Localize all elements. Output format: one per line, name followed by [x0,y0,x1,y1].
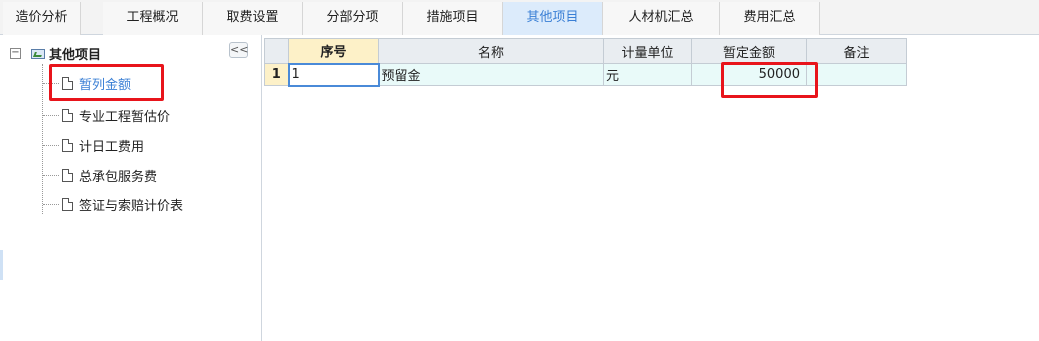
tab-cost-analysis[interactable]: 造价分析 [3,2,81,35]
panel-edge-marker [0,250,3,280]
tab-labor-material-summary[interactable]: 人材机汇总 [603,2,720,35]
tree-item-daywork[interactable]: 计日工费用 [43,134,144,156]
highlight-box-amount-cell [721,62,818,98]
collapse-node-icon[interactable]: − [10,47,21,59]
column-header-unit[interactable]: 计量单位 [603,38,692,64]
document-icon [62,168,73,182]
note-cell[interactable] [806,63,907,86]
name-cell[interactable]: 预留金 [378,63,604,86]
seq-cell[interactable]: 1 [287,62,380,87]
column-header-note[interactable]: 备注 [806,38,907,64]
grid-header-row: 序号 名称 计量单位 暂定金额 备注 [264,38,907,64]
tree-item-label: 签证与索赔计价表 [79,198,184,214]
tree-item-general-contractor-fee[interactable]: 总承包服务费 [43,164,157,186]
tab-fee-summary[interactable]: 费用汇总 [720,2,820,35]
tree-item-label: 计日工费用 [79,139,145,155]
tab-sub-items[interactable]: 分部分项 [303,2,403,35]
tab-fee-settings[interactable]: 取费设置 [203,2,303,35]
highlight-box-selected-item [49,64,164,101]
tree-item-specialty-estimate[interactable]: 专业工程暂估价 [43,104,170,126]
tree-root-other-items[interactable]: − 其他项目 [10,43,101,63]
column-header-provisional-amount[interactable]: 暂定金额 [691,38,807,64]
tree-item-visa-claims[interactable]: 签证与索赔计价表 [43,193,183,215]
tree-root-label: 其他项目 [49,47,102,63]
column-header-seq[interactable]: 序号 [288,38,379,64]
collapse-panel-button[interactable]: << [229,42,248,58]
unit-cell[interactable]: 元 [603,63,692,86]
document-icon [62,197,73,211]
chart-folder-icon [31,47,45,59]
document-icon [62,138,73,152]
tree-item-label: 专业工程暂估价 [79,109,171,125]
tab-project-overview[interactable]: 工程概况 [103,2,203,35]
module-tab-bar: 造价分析 工程概况 取费设置 分部分项 措施项目 其他项目 人材机汇总 费用汇总 [0,0,1039,35]
tab-measures[interactable]: 措施项目 [403,2,503,35]
grid-corner-cell[interactable] [264,38,289,64]
document-icon [62,108,73,122]
tab-other-items[interactable]: 其他项目 [503,2,603,35]
tree-item-label: 总承包服务费 [79,169,158,185]
row-number-cell[interactable]: 1 [264,63,289,86]
column-header-name[interactable]: 名称 [378,38,604,64]
